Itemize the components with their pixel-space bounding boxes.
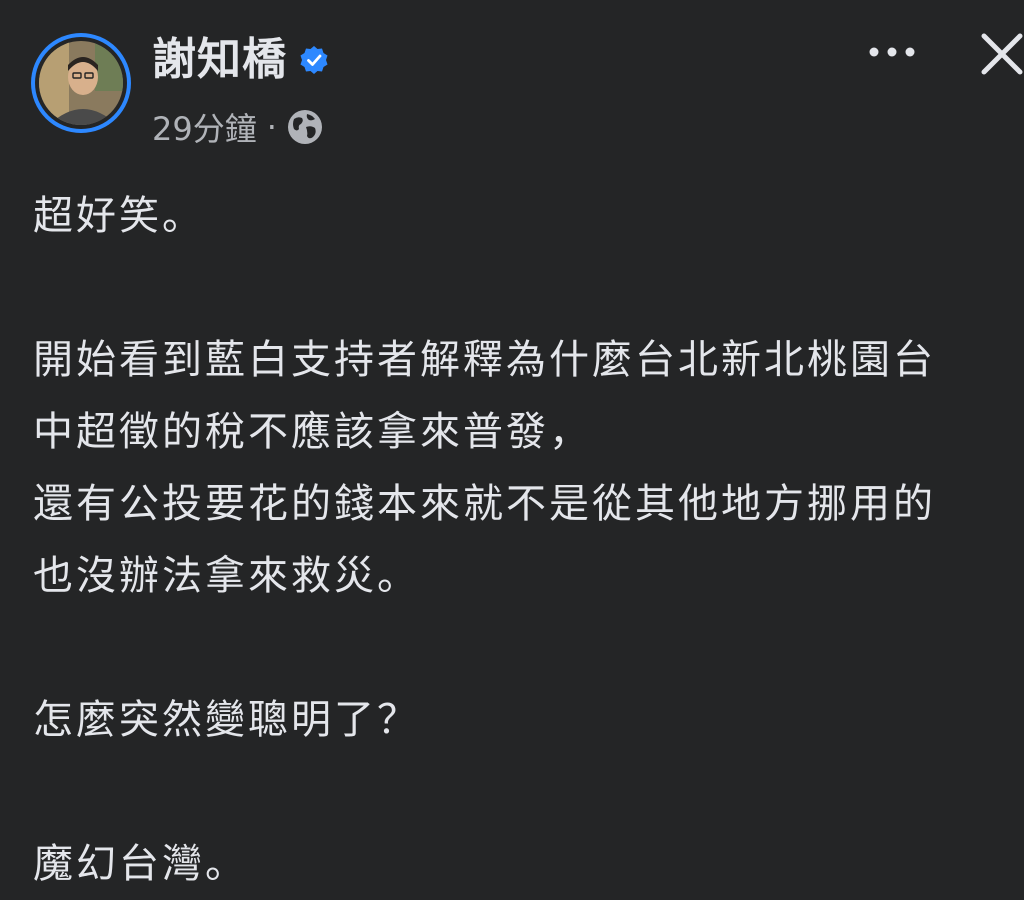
post-paragraph-1: 超好笑。 [33,193,205,239]
author-row: 謝知橋 [152,32,329,88]
author-name[interactable]: 謝知橋 [152,32,287,88]
avatar[interactable] [39,41,123,125]
meta-separator: · [266,108,277,146]
close-button[interactable] [974,26,1024,82]
close-icon [981,33,1023,75]
post-body: 超好笑。 開始看到藍白支持者解釋為什麼台北新北桃園台 中超徵的稅不應該拿來普發，… [33,180,1008,900]
post-meta: 29分鐘 · [152,104,325,150]
avatar-photo [39,41,123,125]
author-avatar-ring[interactable] [31,33,131,133]
post-timestamp[interactable]: 29分鐘 [152,104,257,150]
more-horizontal-icon [869,47,915,57]
post-paragraph-2: 開始看到藍白支持者解釋為什麼台北新北桃園台 中超徵的稅不應該拿來普發， 還有公投… [33,337,936,599]
post-paragraph-3: 怎麼突然變聰明了？ [33,697,420,743]
verified-badge-icon [299,45,329,75]
post-header: 謝知橋 29分鐘 · [0,0,1024,160]
globe-icon[interactable] [285,107,325,147]
post-paragraph-4: 魔幻台灣。 [33,841,248,887]
more-options-button[interactable] [860,28,924,76]
